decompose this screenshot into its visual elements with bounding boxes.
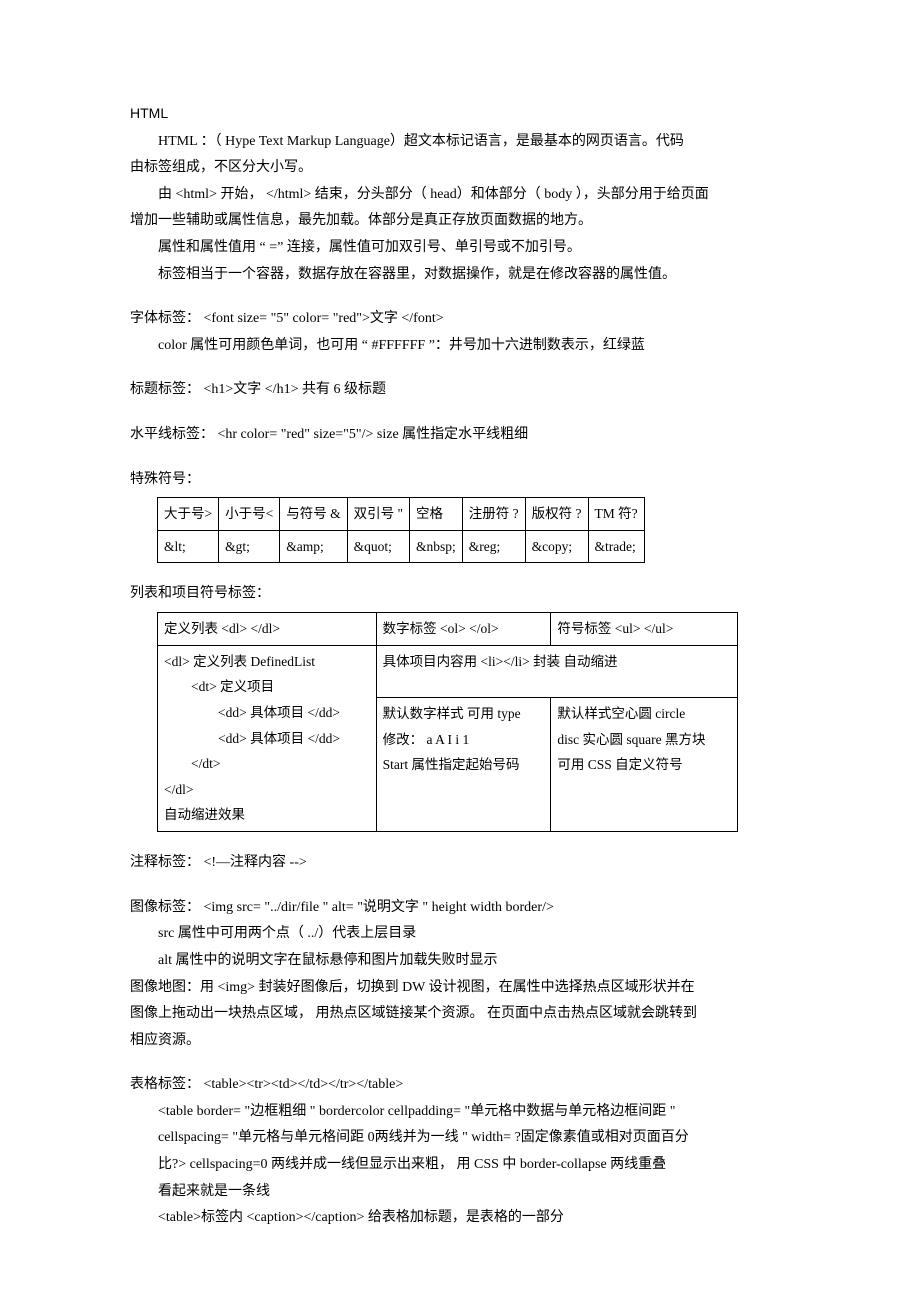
table-line-2: <table border= "边框粗细 " bordercolor cellp… (130, 1099, 790, 1126)
sym-v-4: &nbsp; (410, 530, 463, 563)
cell-ul-body: 默认样式空心圆 circle disc 实心圆 square 黑方块 可用 CS… (551, 697, 737, 831)
header-tag-line: 标题标签： <h1>文字 </h1> 共有 6 级标题 (130, 377, 790, 404)
ol-l2: 修改： a A I i 1 (383, 727, 545, 753)
dl-l2: <dt> 定义项目 (164, 674, 370, 700)
intro-line-2b: 增加一些辅助或属性信息，最先加载。体部分是真正存放页面数据的地方。 (130, 208, 790, 235)
table-line-3: cellspacing= "单元格与单元格间距 0两线并为一线 " width=… (130, 1125, 790, 1152)
cell-li: 具体项目内容用 <li></li> 封装 自动缩进 (376, 645, 737, 697)
font-tag-line-2: color 属性可用颜色单词，也可用 “ #FFFFFF ”：井号加十六进制数表… (130, 333, 790, 360)
symbols-title: 特殊符号： (130, 467, 790, 494)
intro-line-1: HTML ：（ Hype Text Markup Language）超文本标记语… (130, 129, 790, 156)
sym-v-1: &gt; (219, 530, 280, 563)
table-line-4: 比?> cellspacing=0 两线并成一线但显示出来粗， 用 CSS 中 … (130, 1152, 790, 1179)
dl-l5: </dt> (164, 751, 370, 777)
cell-dl-body: <dl> 定义列表 DefinedList <dt> 定义项目 <dd> 具体项… (158, 645, 377, 831)
sym-v-0: &lt; (158, 530, 219, 563)
font-tag-line-1: 字体标签： <font size= "5" color= "red">文字 </… (130, 306, 790, 333)
sym-v-5: &reg; (462, 530, 525, 563)
page-title: HTML (130, 100, 790, 127)
ul-l3: 可用 CSS 自定义符号 (557, 752, 730, 778)
img-line-3: alt 属性中的说明文字在鼠标悬停和图片加载失败时显示 (130, 948, 790, 975)
intro-line-1b: 由标签组成，不区分大小写。 (130, 155, 790, 182)
dl-l4: <dd> 具体项目 </dd> (164, 726, 370, 752)
cell-dl: 定义列表 <dl> </dl> (158, 613, 377, 646)
table-row: 大于号> 小于号< 与符号 & 双引号 " 空格 注册符 ? 版权符 ? TM … (158, 498, 645, 531)
ol-l1: 默认数字样式 可用 type (383, 701, 545, 727)
hr-tag-line: 水平线标签： <hr color= "red" size="5"/> size … (130, 422, 790, 449)
cell-ol-body: 默认数字样式 可用 type 修改： a A I i 1 Start 属性指定起… (376, 697, 551, 831)
ol-l3: Start 属性指定起始号码 (383, 752, 545, 778)
dl-l3: <dd> 具体项目 </dd> (164, 700, 370, 726)
sym-h-4: 空格 (410, 498, 463, 531)
intro-line-4: 标签相当于一个容器，数据存放在容器里，对数据操作，就是在修改容器的属性值。 (130, 262, 790, 289)
sym-v-3: &quot; (347, 530, 409, 563)
img-line-1: 图像标签： <img src= "../dir/file " alt= "说明文… (130, 895, 790, 922)
sym-v-7: &trade; (588, 530, 644, 563)
sym-h-6: 版权符 ? (525, 498, 588, 531)
sym-v-2: &amp; (280, 530, 347, 563)
intro-line-3: 属性和属性值用 “ =” 连接，属性值可加双引号、单引号或不加引号。 (130, 235, 790, 262)
list-title: 列表和项目符号标签： (130, 581, 790, 608)
sym-h-1: 小于号< (219, 498, 280, 531)
cell-ul: 符号标签 <ul> </ul> (551, 613, 737, 646)
sym-h-7: TM 符? (588, 498, 644, 531)
symbols-table: 大于号> 小于号< 与符号 & 双引号 " 空格 注册符 ? 版权符 ? TM … (157, 497, 645, 563)
ul-l2: disc 实心圆 square 黑方块 (557, 727, 730, 753)
table-row: 定义列表 <dl> </dl> 数字标签 <ol> </ol> 符号标签 <ul… (158, 613, 738, 646)
sym-h-5: 注册符 ? (462, 498, 525, 531)
dl-l6: </dl> (164, 777, 370, 803)
img-line-6: 相应资源。 (130, 1028, 790, 1055)
img-line-2: src 属性中可用两个点（ ../）代表上层目录 (130, 921, 790, 948)
ul-l1: 默认样式空心圆 circle (557, 701, 730, 727)
dl-l7: 自动缩进效果 (164, 802, 370, 828)
table-line-1: 表格标签： <table><tr><td></td></tr></table> (130, 1072, 790, 1099)
sym-h-3: 双引号 " (347, 498, 409, 531)
img-line-4: 图像地图：用 <img> 封装好图像后，切换到 DW 设计视图，在属性中选择热点… (130, 975, 790, 1002)
table-line-6: <table>标签内 <caption></caption> 给表格加标题，是表… (130, 1205, 790, 1232)
list-table: 定义列表 <dl> </dl> 数字标签 <ol> </ol> 符号标签 <ul… (157, 612, 738, 832)
table-row: &lt; &gt; &amp; &quot; &nbsp; &reg; &cop… (158, 530, 645, 563)
table-row: <dl> 定义列表 DefinedList <dt> 定义项目 <dd> 具体项… (158, 645, 738, 697)
intro-line-2: 由 <html> 开始， </html> 结束，分头部分（ head）和体部分（… (130, 182, 790, 209)
comment-tag-line: 注释标签： <!—注释内容 --> (130, 850, 790, 877)
dl-l1: <dl> 定义列表 DefinedList (164, 649, 370, 675)
img-line-5: 图像上拖动出一块热点区域， 用热点区域链接某个资源。 在页面中点击热点区域就会跳… (130, 1001, 790, 1028)
table-line-5: 看起来就是一条线 (130, 1179, 790, 1206)
cell-ol: 数字标签 <ol> </ol> (376, 613, 551, 646)
sym-h-0: 大于号> (158, 498, 219, 531)
sym-h-2: 与符号 & (280, 498, 347, 531)
sym-v-6: &copy; (525, 530, 588, 563)
